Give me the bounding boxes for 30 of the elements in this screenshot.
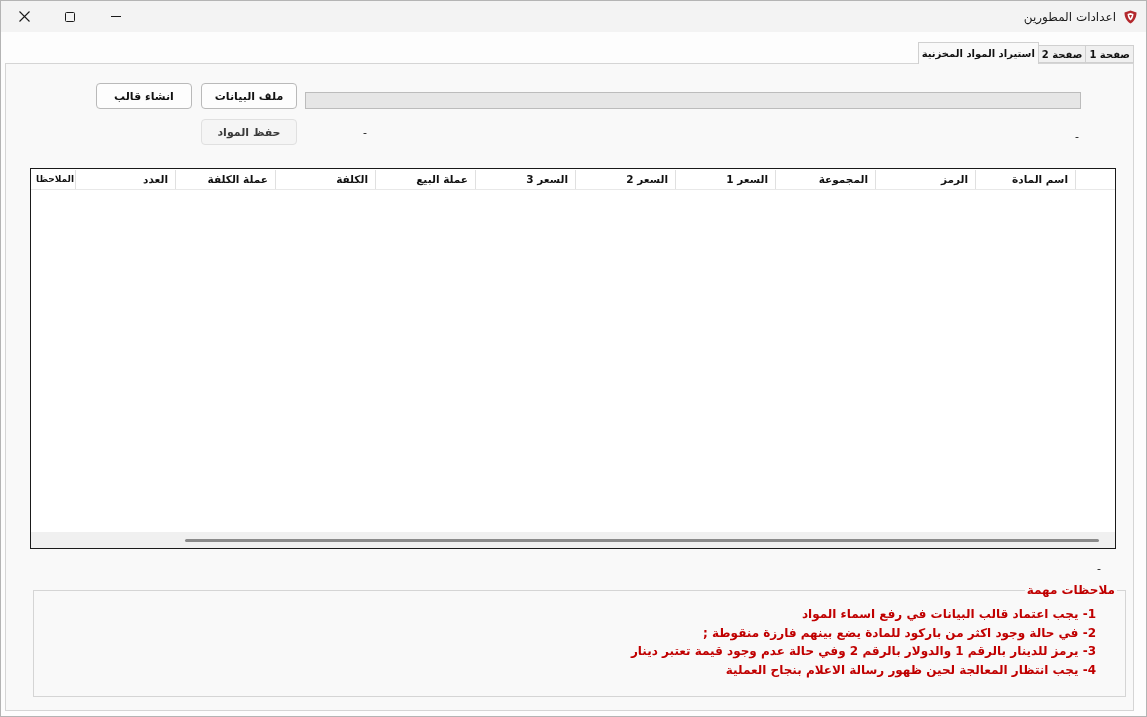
- tab[interactable]: استيراد المواد المخزنية: [917, 42, 1039, 64]
- maximize-icon[interactable]: [65, 11, 75, 22]
- status-label: -: [1097, 562, 1101, 575]
- close-icon[interactable]: [18, 11, 30, 22]
- scrollbar-thumb[interactable]: [185, 538, 1099, 542]
- column-header[interactable]: السعر 2: [575, 170, 675, 189]
- column-header[interactable]: الكلفة: [275, 170, 375, 189]
- status-label: -: [1075, 129, 1079, 143]
- note-text: 4- يجب انتظار المعالجة لحين ظهور رسالة الاعلام بنجاح العملية: [725, 661, 1096, 679]
- tab[interactable]: صفحة 2: [1037, 45, 1087, 63]
- status-label: -: [363, 125, 367, 139]
- column-header[interactable]: السعر 1: [675, 170, 775, 189]
- horizontal-scrollbar[interactable]: [31, 532, 1115, 548]
- column-header[interactable]: عملة الكلفة: [175, 170, 275, 189]
- note-text: 2- في حالة وجود اكثر من باركود للمادة يضع بينهم فارزة منقوطة ;: [703, 624, 1096, 642]
- note-text: 1- يجب اعتماد قالب البيانات في رفع اسماء المواد: [801, 606, 1096, 624]
- action-button[interactable]: انشاء قالب: [96, 83, 192, 109]
- shield-icon: [1124, 9, 1137, 24]
- column-header[interactable]: عملة البيع: [375, 170, 475, 189]
- column-header[interactable]: الملاحظا: [31, 170, 75, 189]
- action-button[interactable]: ملف البيانات: [201, 83, 297, 109]
- column-header[interactable]: السعر 3: [475, 170, 575, 189]
- tab[interactable]: صفحة 1: [1085, 45, 1134, 63]
- window-title: اعدادات المطورين: [1023, 9, 1116, 24]
- notes-title: ملاحظات مهمة: [1025, 582, 1116, 598]
- column-header[interactable]: العدد: [75, 170, 175, 189]
- note-text: 3- يرمز للدينار بالرقم 1 والدولار بالرقم 2 وفي حالة عدم وجود قيمة تعتبر دينار: [630, 643, 1096, 661]
- column-header[interactable]: الرمز: [875, 170, 975, 189]
- column-header[interactable]: المجموعة: [775, 170, 875, 189]
- column-header[interactable]: اسم المادة: [975, 170, 1075, 189]
